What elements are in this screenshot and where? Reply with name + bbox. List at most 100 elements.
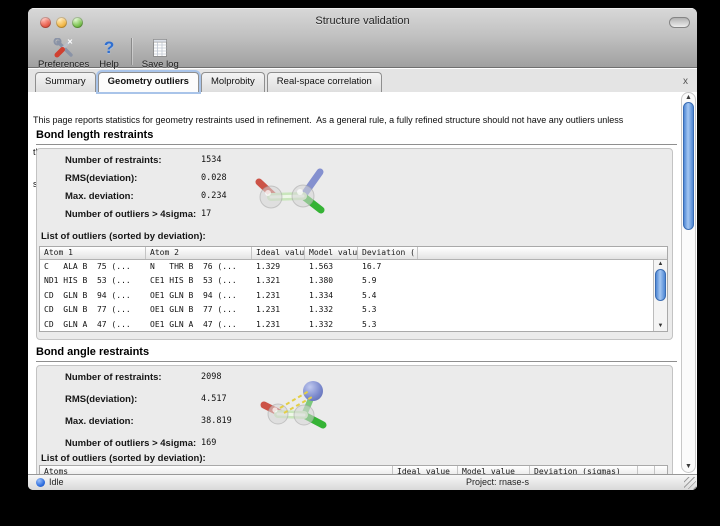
tab-summary[interactable]: Summary: [35, 72, 96, 92]
bond-length-molecule-icon: [241, 159, 361, 233]
cell-deviation: 5.9: [358, 274, 418, 288]
toolbar-toggle-pill-button[interactable]: [669, 17, 690, 28]
stat-label: RMS(deviation):: [65, 173, 137, 184]
cell-atom2: OE1 GLN B 94 (...: [146, 289, 252, 303]
table-scroll-thumb[interactable]: [655, 269, 666, 301]
table-header-row[interactable]: Atoms Ideal value Model value Deviation …: [40, 466, 667, 474]
column-header[interactable]: Deviation (sigmas): [530, 466, 638, 474]
cell-ideal: 1.231: [252, 303, 305, 317]
toolbar-separator: [131, 38, 132, 65]
window-title: Structure validation: [28, 15, 697, 27]
cell-deviation: 5.3: [358, 318, 418, 332]
table-row[interactable]: CD GLN B 77 (... OE1 GLN B 77 (... 1.231…: [40, 303, 667, 317]
stat-label: Max. deviation:: [65, 416, 134, 427]
column-header[interactable]: Atom 2: [146, 247, 252, 259]
preferences-button[interactable]: Preferences: [38, 37, 89, 70]
cell-ideal: 1.231: [252, 318, 305, 332]
cell-atom1: CD GLN B 77 (...: [40, 303, 146, 317]
stat-value: 4.517: [201, 394, 227, 404]
cell-ideal: 1.321: [252, 274, 305, 288]
cell-atom2: OE1 GLN B 77 (...: [146, 303, 252, 317]
window-chrome: Structure validation Preferences: [28, 8, 697, 68]
stat-value: 0.234: [201, 191, 227, 201]
bond-angle-panel: Number of restraints: 2098 RMS(deviation…: [36, 365, 673, 474]
tab-real-space-correlation[interactable]: Real-space correlation: [267, 72, 382, 92]
cell-model: 1.332: [305, 303, 358, 317]
column-header[interactable]: Deviation (: [358, 247, 418, 259]
column-header-empty: [418, 247, 667, 259]
stat-value: 1534: [201, 155, 221, 165]
cell-deviation: 5.3: [358, 303, 418, 317]
section-title-bond-length: Bond length restraints: [36, 129, 677, 145]
table-row[interactable]: ND1 HIS B 53 (... CE1 HIS B 53 (... 1.32…: [40, 274, 667, 288]
column-header[interactable]: Atom 1: [40, 247, 146, 259]
help-button[interactable]: ? Help: [99, 37, 119, 70]
cell-model: 1.332: [305, 318, 358, 332]
stat-value: 0.028: [201, 173, 227, 183]
scroll-down-icon[interactable]: ▼: [654, 323, 667, 330]
column-header[interactable]: Atoms: [40, 466, 393, 474]
tab-geometry-outliers[interactable]: Geometry outliers: [98, 72, 199, 92]
stat-value: 2098: [201, 372, 221, 382]
table-row[interactable]: C ALA B 75 (... N THR B 76 (... 1.329 1.…: [40, 260, 667, 274]
cell-atom1: ND1 HIS B 53 (...: [40, 274, 146, 288]
toolbar: Preferences ? Help: [28, 35, 697, 68]
bond-length-outliers-table[interactable]: Atom 1 Atom 2 Ideal value Model value De…: [39, 246, 668, 332]
column-header[interactable]: Ideal value: [252, 247, 305, 259]
stat-label: Number of restraints:: [65, 372, 162, 383]
cell-ideal: 1.329: [252, 260, 305, 274]
column-header[interactable]: Model value: [305, 247, 358, 259]
stat-label: Number of outliers > 4sigma:: [65, 209, 196, 220]
structure-validation-window: Structure validation Preferences: [28, 8, 697, 490]
cell-ideal: 1.231: [252, 289, 305, 303]
tab-bar: Summary Geometry outliers Molprobity Rea…: [28, 69, 697, 92]
stat-value: 38.819: [201, 416, 232, 426]
table-scrollbar[interactable]: ▲ ▼: [653, 260, 667, 331]
titlebar[interactable]: Structure validation: [28, 8, 697, 36]
cell-atom1: CD GLN B 94 (...: [40, 289, 146, 303]
column-header-empty: [638, 466, 655, 474]
cell-model: 1.563: [305, 260, 358, 274]
tab-molprobity[interactable]: Molprobity: [201, 72, 265, 92]
page-content: This page reports statistics for geometr…: [28, 92, 697, 474]
status-text: Idle: [49, 477, 64, 487]
bond-angle-outliers-table[interactable]: Atoms Ideal value Model value Deviation …: [39, 465, 668, 474]
cell-atom2: CE1 HIS B 53 (...: [146, 274, 252, 288]
cell-model: 1.334: [305, 289, 358, 303]
stat-value: 169: [201, 438, 216, 448]
cell-atom2: N THR B 76 (...: [146, 260, 252, 274]
stat-label: Max. deviation:: [65, 191, 134, 202]
list-of-outliers-label: List of outliers (sorted by deviation):: [41, 231, 206, 242]
scroll-up-icon[interactable]: ▲: [654, 261, 667, 268]
bond-angle-molecule-icon: [244, 380, 364, 452]
scroll-down-icon[interactable]: ▼: [682, 463, 695, 471]
tab-close-icon[interactable]: x: [683, 77, 688, 87]
save-log-button[interactable]: Save log: [142, 37, 179, 70]
table-row[interactable]: CD GLN B 94 (... OE1 GLN B 94 (... 1.231…: [40, 289, 667, 303]
cell-atom1: CD GLN A 47 (...: [40, 318, 146, 332]
stat-label: Number of outliers > 4sigma:: [65, 438, 196, 449]
project-label: Project: rnase-s: [466, 477, 529, 487]
spreadsheet-icon: [152, 37, 168, 58]
table-row[interactable]: CD GLN A 47 (... OE1 GLN A 47 (... 1.231…: [40, 318, 667, 332]
cell-atom2: OE1 GLN A 47 (...: [146, 318, 252, 332]
stat-value: 17: [201, 209, 211, 219]
help-question-icon: ?: [104, 37, 114, 58]
main-scroll-thumb[interactable]: [683, 102, 694, 230]
stat-label: Number of restraints:: [65, 155, 162, 166]
table-header-row[interactable]: Atom 1 Atom 2 Ideal value Model value De…: [40, 247, 667, 260]
cell-deviation: 16.7: [358, 260, 418, 274]
cell-deviation: 5.4: [358, 289, 418, 303]
status-bar: Idle Project: rnase-s: [28, 474, 697, 490]
resize-grip[interactable]: [684, 477, 696, 489]
column-header-empty: [655, 466, 668, 474]
cell-model: 1.380: [305, 274, 358, 288]
status-orb-icon: [36, 478, 45, 487]
list-of-outliers-label: List of outliers (sorted by deviation):: [41, 453, 206, 464]
scroll-up-icon[interactable]: ▲: [682, 94, 695, 102]
main-vertical-scrollbar[interactable]: ▲ ▼: [681, 92, 696, 473]
column-header[interactable]: Model value: [458, 466, 530, 474]
column-header[interactable]: Ideal value: [393, 466, 458, 474]
cell-atom1: C ALA B 75 (...: [40, 260, 146, 274]
stat-label: RMS(deviation):: [65, 394, 137, 405]
